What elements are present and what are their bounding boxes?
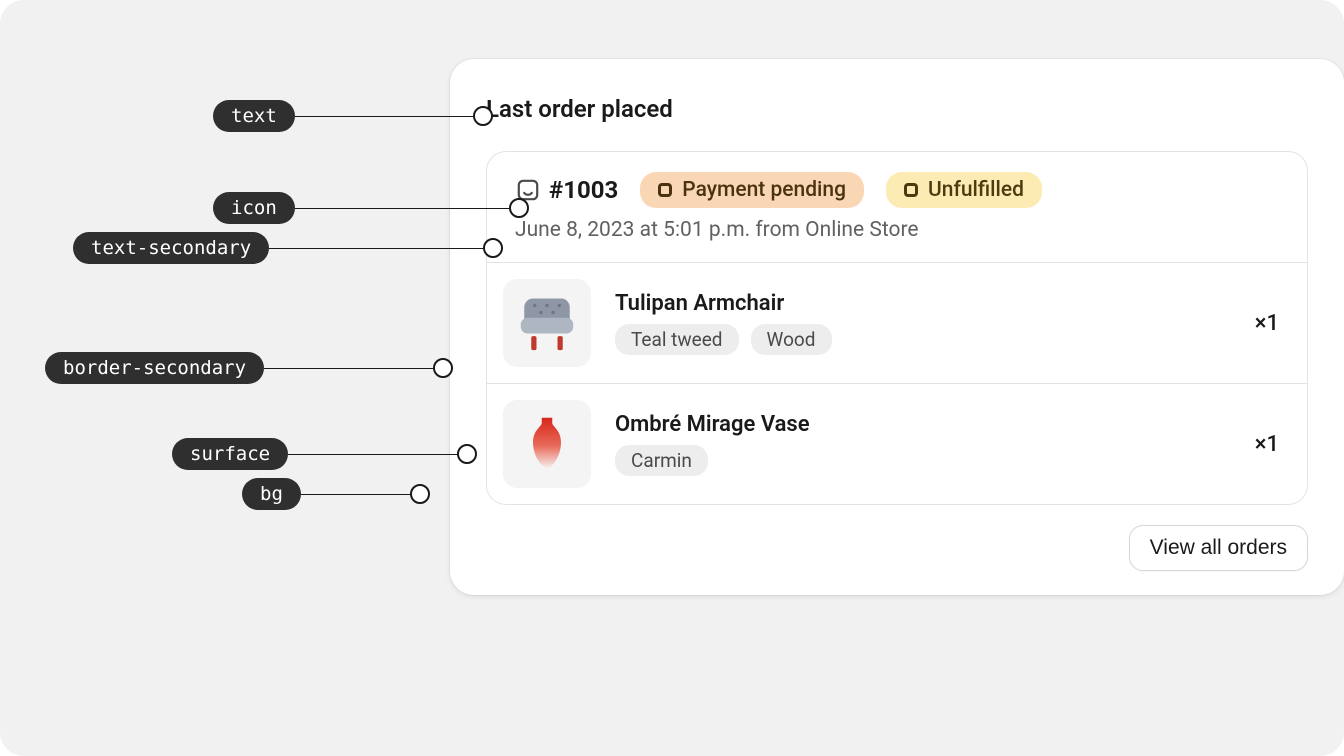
option-chip: Wood <box>751 324 832 355</box>
callout-line <box>264 368 434 369</box>
line-qty: ×1 <box>1255 311 1279 336</box>
view-all-orders-button[interactable]: View all orders <box>1129 525 1308 571</box>
callout-line <box>288 454 458 455</box>
line-info: Ombré Mirage Vase Carmin <box>615 412 1231 476</box>
badge-fulfillment: Unfulfilled <box>886 172 1042 208</box>
line-info: Tulipan Armchair Teal tweed Wood <box>615 291 1231 355</box>
callout-pill: text-secondary <box>73 232 269 264</box>
product-thumb-vase <box>503 400 591 488</box>
callout-marker-icon <box>473 106 493 126</box>
product-name: Tulipan Armchair <box>615 291 1231 316</box>
badge-bullet-icon <box>904 183 918 197</box>
order-meta: June 8, 2023 at 5:01 p.m. from Online St… <box>515 218 1279 242</box>
order-card: Last order placed #1003 Payment pending <box>450 59 1344 595</box>
vase-icon <box>512 409 582 479</box>
badge-payment: Payment pending <box>640 172 864 208</box>
callout-pill: text <box>213 100 295 132</box>
option-chip: Carmin <box>615 445 708 476</box>
badge-bullet-icon <box>658 183 672 197</box>
callout-surface: surface <box>172 438 477 470</box>
card-title: Last order placed <box>486 95 1308 123</box>
badge-payment-label: Payment pending <box>682 178 846 202</box>
product-options: Teal tweed Wood <box>615 324 1231 355</box>
order-block: #1003 Payment pending Unfulfilled June 8… <box>486 151 1308 505</box>
line-items: Tulipan Armchair Teal tweed Wood ×1 <box>487 262 1307 504</box>
callout-border-secondary: border-secondary <box>45 352 453 384</box>
product-thumb-armchair <box>503 279 591 367</box>
callout-pill: icon <box>213 192 295 224</box>
product-name: Ombré Mirage Vase <box>615 412 1231 437</box>
callout-marker-icon <box>509 198 529 218</box>
canvas: Last order placed #1003 Payment pending <box>0 0 1344 756</box>
callout-line <box>301 494 411 495</box>
card-footer: View all orders <box>486 505 1308 571</box>
line-qty: ×1 <box>1255 432 1279 457</box>
callout-pill: bg <box>242 478 301 510</box>
callout-pill: border-secondary <box>45 352 264 384</box>
badge-fulfillment-label: Unfulfilled <box>928 178 1024 202</box>
callout-line <box>295 116 474 117</box>
armchair-icon <box>512 288 582 358</box>
product-options: Carmin <box>615 445 1231 476</box>
order-id-group: #1003 <box>515 176 618 204</box>
callout-marker-icon <box>457 444 477 464</box>
callout-text: text <box>213 100 493 132</box>
line-item: Tulipan Armchair Teal tweed Wood ×1 <box>487 262 1307 383</box>
callout-marker-icon <box>410 484 430 504</box>
order-header-row: #1003 Payment pending Unfulfilled <box>515 172 1279 208</box>
callout-line <box>295 208 510 209</box>
order-header: #1003 Payment pending Unfulfilled June 8… <box>487 152 1307 262</box>
callout-marker-icon <box>483 238 503 258</box>
callout-line <box>269 248 484 249</box>
callout-marker-icon <box>433 358 453 378</box>
line-item: Ombré Mirage Vase Carmin ×1 <box>487 383 1307 504</box>
callout-bg: bg <box>242 478 430 510</box>
order-id: #1003 <box>549 176 618 204</box>
callout-text-secondary: text-secondary <box>73 232 503 264</box>
callout-icon: icon <box>213 192 529 224</box>
callout-pill: surface <box>172 438 288 470</box>
option-chip: Teal tweed <box>615 324 739 355</box>
